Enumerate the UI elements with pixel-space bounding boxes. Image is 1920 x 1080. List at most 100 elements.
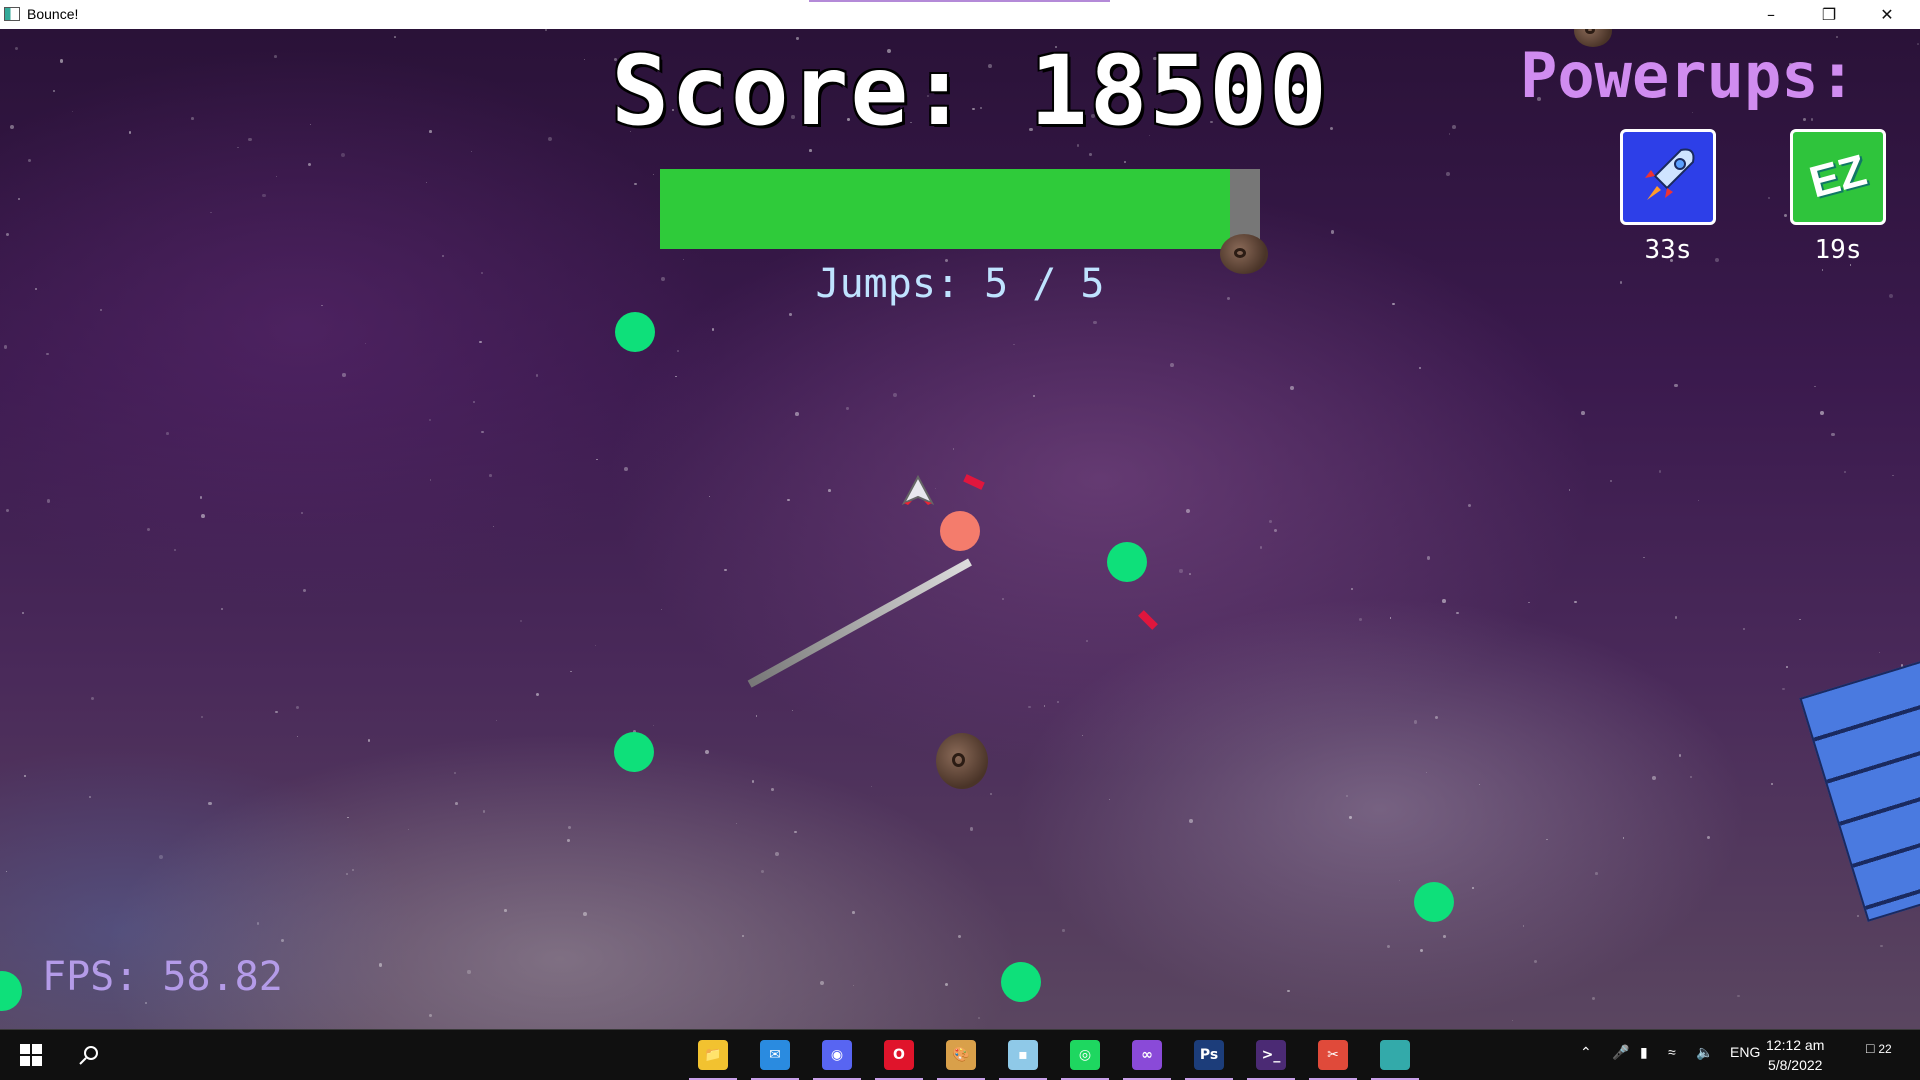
star — [969, 827, 974, 831]
show-hidden-icons-button[interactable]: ⌃ — [1580, 1044, 1592, 1061]
wifi-icon[interactable]: ≈ — [1668, 1044, 1676, 1060]
star — [493, 525, 495, 527]
star — [342, 373, 346, 377]
star — [1643, 556, 1645, 559]
taskbar-app-notes[interactable]: ▪ — [1006, 1038, 1040, 1072]
taskbar-app-discord[interactable]: ◉ — [820, 1038, 854, 1072]
taskbar-app-opera[interactable]: O — [882, 1038, 916, 1072]
star — [455, 802, 458, 806]
star — [1511, 1020, 1513, 1022]
star — [1082, 734, 1084, 736]
star — [199, 496, 203, 499]
score-display: Score: 18500 — [611, 35, 1329, 147]
taskbar-app-snipping-tool[interactable]: ✂ — [1316, 1038, 1350, 1072]
enemy-bullet — [1138, 610, 1158, 630]
terminal-icon: >_ — [1256, 1040, 1286, 1070]
star — [144, 1001, 148, 1005]
microphone-icon[interactable]: 🎤 — [1612, 1044, 1629, 1061]
star — [708, 495, 710, 498]
star — [220, 608, 223, 611]
clock[interactable]: 12:12 am 5/8/2022 — [1766, 1035, 1824, 1075]
star — [1533, 959, 1538, 964]
star — [1398, 880, 1401, 882]
star — [296, 736, 298, 738]
star — [364, 342, 367, 344]
star — [300, 511, 303, 515]
star — [535, 374, 539, 377]
taskbar-app-terminal[interactable]: >_ — [1254, 1038, 1288, 1072]
taskbar-app-visual-studio[interactable]: ∞ — [1130, 1038, 1164, 1072]
language-indicator[interactable]: ENG — [1730, 1044, 1760, 1060]
taskbar-app-paint[interactable]: 🎨 — [944, 1038, 978, 1072]
notification-count: 22 — [1878, 1042, 1892, 1056]
star — [276, 176, 278, 178]
health-bar-fill — [660, 169, 1230, 249]
star — [159, 854, 164, 859]
enemy-bullet — [963, 474, 985, 490]
star — [35, 288, 38, 291]
taskbar-app-mail[interactable]: ✉ — [758, 1038, 792, 1072]
star — [1419, 948, 1424, 953]
star — [1434, 715, 1439, 720]
star — [1188, 819, 1193, 823]
bounce-pad — [1799, 650, 1920, 922]
restore-button[interactable]: ❐ — [1800, 0, 1858, 29]
star — [1622, 837, 1624, 839]
game-canvas[interactable]: Score: 18500 Jumps: 5 / 5 Powerups: 33s … — [0, 29, 1920, 1029]
star — [47, 499, 51, 503]
volume-icon[interactable]: 🔈 — [1696, 1044, 1713, 1061]
taskbar-app-bounce-app[interactable] — [1378, 1038, 1412, 1072]
battery-icon[interactable]: ▮ — [1640, 1044, 1648, 1061]
window-titlebar[interactable]: Bounce! – ❐ ✕ — [0, 0, 1920, 30]
star — [1878, 651, 1880, 653]
player-ball — [940, 511, 980, 551]
star — [504, 909, 507, 912]
taskbar-app-file-explorer[interactable]: 📁 — [696, 1038, 730, 1072]
star — [870, 786, 872, 788]
star — [1389, 617, 1392, 619]
star — [321, 304, 323, 307]
star — [1820, 411, 1824, 415]
star — [548, 136, 553, 141]
star — [957, 935, 961, 939]
star — [173, 548, 176, 551]
star — [1386, 944, 1390, 948]
star — [190, 117, 194, 121]
star — [1032, 395, 1035, 398]
star — [482, 810, 485, 813]
search-button[interactable] — [72, 1038, 106, 1072]
start-button[interactable] — [14, 1038, 48, 1072]
star — [1581, 411, 1585, 415]
asteroid — [1220, 234, 1268, 274]
star — [425, 182, 428, 184]
star — [1609, 479, 1613, 483]
close-icon: ✕ — [1880, 5, 1894, 24]
notifications-button[interactable]: □ 22 — [1866, 1040, 1892, 1056]
bounce-orb — [1107, 542, 1147, 582]
star — [755, 714, 758, 717]
star — [809, 149, 812, 152]
notification-icon: □ — [1866, 1040, 1875, 1056]
star — [262, 193, 266, 197]
star — [1330, 230, 1334, 234]
clock-time: 12:12 am — [1766, 1037, 1825, 1053]
star — [275, 710, 279, 714]
minimize-button[interactable]: – — [1742, 0, 1800, 29]
taskbar-app-photoshop[interactable]: Ps — [1192, 1038, 1226, 1072]
star — [1013, 343, 1015, 346]
star — [210, 211, 212, 213]
star — [1093, 320, 1098, 325]
taskbar-app-spotify[interactable]: ◎ — [1068, 1038, 1102, 1072]
ez-icon: EZ — [1804, 145, 1872, 208]
star — [429, 130, 432, 133]
star — [1392, 302, 1395, 306]
star — [1803, 118, 1807, 122]
star — [22, 611, 25, 614]
file-explorer-icon: 📁 — [698, 1040, 728, 1070]
star — [3, 344, 8, 349]
star — [544, 29, 548, 32]
close-button[interactable]: ✕ — [1858, 0, 1916, 29]
star — [237, 146, 240, 149]
star — [1268, 520, 1272, 524]
star — [1056, 700, 1059, 704]
